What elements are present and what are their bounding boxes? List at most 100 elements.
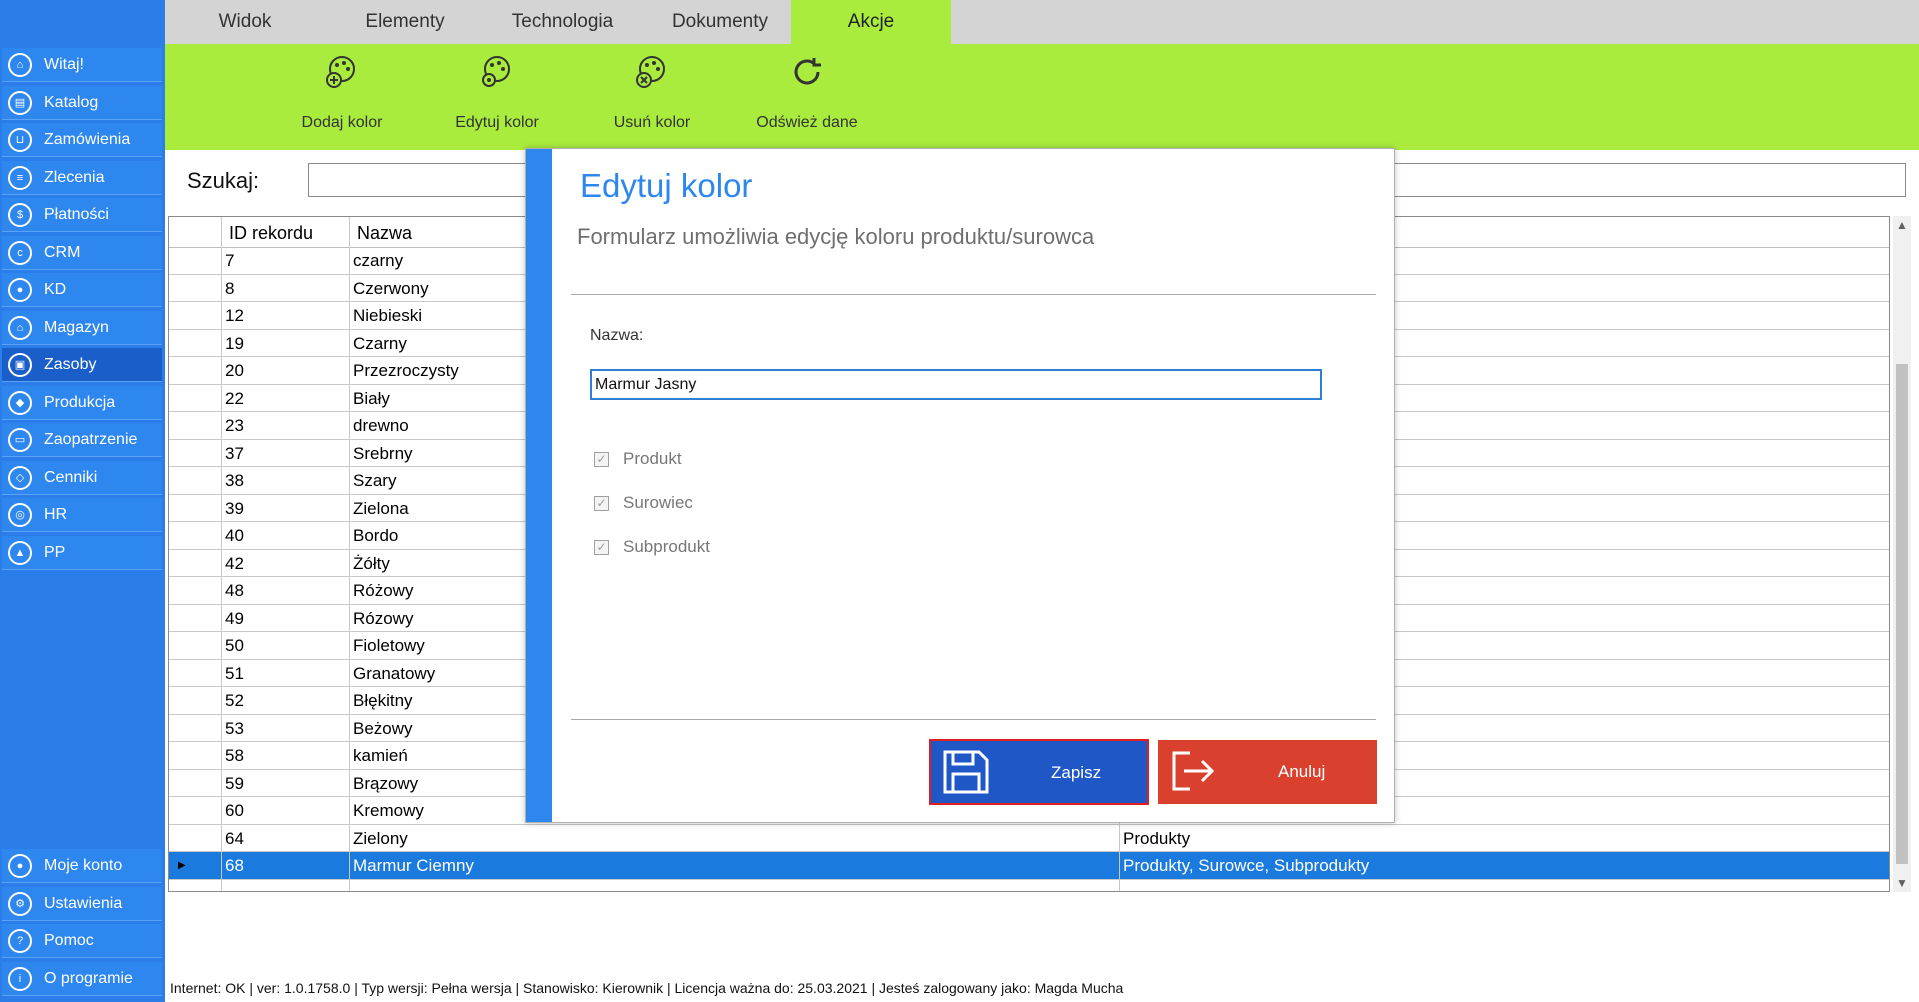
cell-name: Granatowy bbox=[353, 663, 436, 683]
sidebar: ⌂ Witaj! ▤ Katalog ⊔ Zamówienia ≡ Zlecenia $ Płat… bbox=[0, 0, 165, 1002]
tab-akcje[interactable]: Akcje bbox=[791, 0, 951, 44]
cell-id: 23 bbox=[225, 416, 244, 435]
exit-icon bbox=[1172, 751, 1215, 791]
column-header-id[interactable]: ID rekordu bbox=[229, 223, 313, 244]
sidebar-item-zasoby[interactable]: ▣ Zasoby bbox=[2, 348, 162, 382]
cell-name: Kremowy bbox=[353, 801, 424, 820]
cell-name: kamień bbox=[353, 746, 408, 765]
search-label: Szukaj: bbox=[187, 168, 260, 193]
sidebar-item-label: Produkcja bbox=[44, 393, 116, 411]
cell-id: 68 bbox=[225, 856, 244, 875]
delete-color-button[interactable]: Usuń kolor bbox=[582, 44, 722, 150]
sidebar-item-zamówienia[interactable]: ⊔ Zamówienia bbox=[2, 123, 162, 157]
gear-icon: ⚙ bbox=[8, 891, 32, 916]
dialog-subtitle: Formularz umożliwia edycję koloru produk… bbox=[577, 224, 1095, 249]
cancel-button[interactable]: Anuluj bbox=[1158, 740, 1377, 804]
save-button[interactable]: Zapisz bbox=[929, 739, 1149, 805]
column-divider bbox=[349, 217, 350, 891]
cell-name: Czerwony bbox=[353, 278, 429, 298]
resources-icon: ▣ bbox=[8, 352, 32, 377]
cell-id: 8 bbox=[225, 278, 235, 298]
ribbon-tabbar: Widok Elementy Technologia Dokumenty Akc… bbox=[165, 0, 1919, 44]
checkbox-surowiec-label: Surowiec bbox=[623, 493, 693, 512]
dialog-divider bbox=[571, 294, 1376, 295]
tab-elementy[interactable]: Elementy bbox=[325, 0, 485, 44]
sidebar-item-hr[interactable]: ◎ HR bbox=[2, 498, 162, 532]
cell-name: Szary bbox=[353, 471, 397, 490]
cell-name: Przezroczysty bbox=[353, 361, 459, 380]
sidebar-item-produkcja[interactable]: ◆ Produkcja bbox=[2, 386, 162, 420]
sidebar-item-label: PP bbox=[44, 543, 66, 561]
cell-id: 50 bbox=[225, 636, 244, 655]
checkmark-icon: ✓ bbox=[594, 495, 609, 511]
cell-id: 64 bbox=[225, 828, 244, 848]
checkbox-produkt[interactable]: ✓ Produkt bbox=[594, 449, 682, 469]
sidebar-item-crm[interactable]: c CRM bbox=[2, 236, 162, 270]
cell-name: Błękitny bbox=[353, 691, 413, 710]
info-icon: i bbox=[8, 966, 32, 991]
checkmark-icon: ✓ bbox=[594, 451, 609, 467]
name-field[interactable] bbox=[590, 369, 1322, 400]
sidebar-item-label: HR bbox=[44, 505, 68, 523]
cell-name: Brązowy bbox=[353, 773, 419, 793]
cell-id: 53 bbox=[225, 718, 244, 738]
cell-name: Zielony bbox=[353, 828, 408, 848]
table-scrollbar[interactable]: ▲ ▼ bbox=[1893, 216, 1911, 892]
sidebar-item-ustawienia[interactable]: ⚙ Ustawienia bbox=[2, 887, 162, 921]
refresh-data-button[interactable]: Odśwież dane bbox=[737, 44, 877, 150]
checkbox-subprodukt[interactable]: ✓ Subprodukt bbox=[594, 537, 710, 557]
delete-color-icon bbox=[636, 56, 665, 88]
tab-technologia[interactable]: Technologia bbox=[480, 0, 645, 44]
truck-icon: ▭ bbox=[8, 427, 32, 452]
sidebar-item-label: Ustawienia bbox=[44, 894, 123, 912]
edit-color-button[interactable]: Edytuj kolor bbox=[427, 44, 567, 150]
cell-name: Żółty bbox=[353, 553, 390, 573]
sidebar-item-label: O programie bbox=[44, 969, 133, 987]
save-button-label: Zapisz bbox=[1051, 763, 1102, 782]
add-color-icon bbox=[326, 56, 355, 88]
dialog-accent-strip bbox=[526, 149, 552, 822]
sidebar-item-magazyn[interactable]: ⌂ Magazyn bbox=[2, 311, 162, 345]
cell-id: 20 bbox=[225, 361, 244, 380]
checkbox-surowiec[interactable]: ✓ Surowiec bbox=[594, 493, 693, 513]
sidebar-item-zaopatrzenie[interactable]: ▭ Zaopatrzenie bbox=[2, 423, 162, 457]
tab-dokumenty[interactable]: Dokumenty bbox=[645, 0, 795, 44]
cell-id: 12 bbox=[225, 306, 244, 325]
sidebar-item-pomoc[interactable]: ? Pomoc bbox=[2, 924, 162, 958]
floppy-disk-icon bbox=[943, 750, 989, 794]
sidebar-item-kd[interactable]: ● KD bbox=[2, 273, 162, 307]
cell-name: drewno bbox=[353, 416, 409, 435]
dialog-divider bbox=[571, 719, 1376, 720]
status-bar: Internet: OK | ver: 1.0.1758.0 | Typ wer… bbox=[170, 980, 1124, 996]
home-icon: ⌂ bbox=[8, 52, 32, 77]
table-row[interactable]: 64 Zielony Produkty bbox=[169, 825, 1889, 852]
cell-name: Srebrny bbox=[353, 443, 413, 463]
cell-id: 60 bbox=[225, 801, 244, 820]
sidebar-item-label: Zamówienia bbox=[44, 130, 131, 148]
sidebar-item-cenniki[interactable]: ◇ Cenniki bbox=[2, 461, 162, 495]
cell-name: Rózowy bbox=[353, 608, 414, 628]
book-icon: ▤ bbox=[8, 90, 32, 115]
cell-id: 38 bbox=[225, 471, 244, 490]
add-color-button[interactable]: Dodaj kolor bbox=[272, 44, 412, 150]
sidebar-item-moje-konto[interactable]: ● Moje konto bbox=[2, 849, 162, 883]
sidebar-item-o-programie[interactable]: i O programie bbox=[2, 962, 162, 996]
sidebar-item-katalog[interactable]: ▤ Katalog bbox=[2, 86, 162, 120]
scroll-thumb[interactable] bbox=[1896, 364, 1908, 864]
scroll-up-icon[interactable]: ▲ bbox=[1893, 218, 1911, 232]
crm-icon: c bbox=[8, 240, 32, 265]
table-row[interactable]: ▶ 68 Marmur Ciemny Produkty, Surowce, Subpr… bbox=[169, 852, 1889, 880]
sidebar-item-płatności[interactable]: $ Płatności bbox=[2, 198, 162, 232]
pp-icon: ▲ bbox=[8, 540, 32, 565]
column-header-name[interactable]: Nazwa bbox=[357, 223, 412, 244]
sidebar-item-label: Zlecenia bbox=[44, 168, 105, 186]
tab-widok[interactable]: Widok bbox=[165, 0, 325, 44]
delete-color-label: Usuń kolor bbox=[613, 114, 691, 131]
sidebar-item-witaj[interactable]: ⌂ Witaj! bbox=[2, 48, 162, 82]
sidebar-item-pp[interactable]: ▲ PP bbox=[2, 536, 162, 570]
scroll-down-icon[interactable]: ▼ bbox=[1893, 876, 1911, 890]
cell-id: 49 bbox=[225, 608, 244, 628]
edit-color-label: Edytuj kolor bbox=[455, 114, 539, 131]
cell-id: 48 bbox=[225, 581, 244, 600]
sidebar-item-zlecenia[interactable]: ≡ Zlecenia bbox=[2, 161, 162, 195]
